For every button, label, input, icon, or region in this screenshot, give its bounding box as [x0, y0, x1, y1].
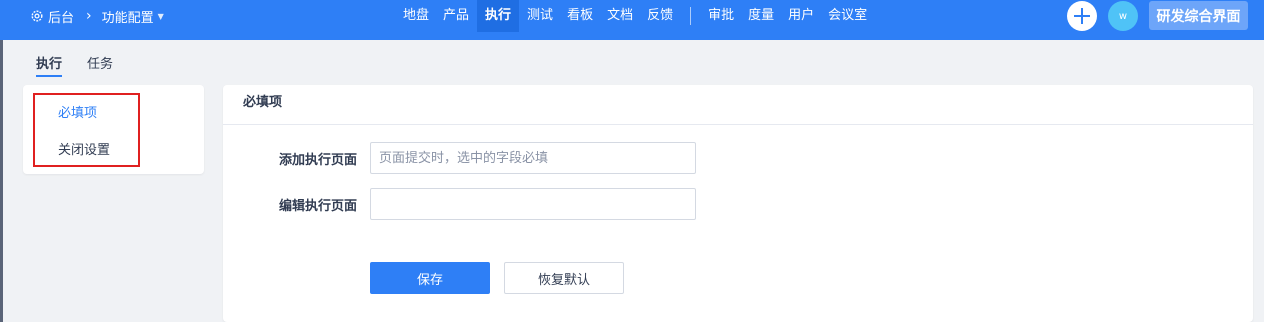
sub-tabs: 执行 任务 — [36, 53, 138, 77]
nav-item-meeting-room[interactable]: 会议室 — [822, 0, 873, 32]
chevron-right-icon: › — [86, 8, 92, 24]
sidebar-item-required[interactable]: 必填项 — [58, 102, 97, 121]
save-button[interactable]: 保存 — [370, 262, 490, 294]
breadcrumb-current[interactable]: 功能配置 — [102, 7, 154, 26]
field-label-add-execution: 添加执行页面 — [278, 153, 357, 168]
edit-execution-field-input[interactable] — [370, 188, 696, 220]
tab-task[interactable]: 任务 — [87, 53, 113, 77]
tab-execution[interactable]: 执行 — [36, 53, 63, 77]
reset-default-button[interactable]: 恢复默认 — [504, 262, 624, 294]
plus-icon[interactable] — [1067, 1, 1097, 31]
window-left-edge — [0, 0, 3, 322]
nav-item-metrics[interactable]: 度量 — [742, 0, 780, 32]
field-label-edit-execution: 编辑执行页面 — [278, 199, 357, 214]
nav-item-product[interactable]: 产品 — [437, 0, 475, 32]
nav-item-users[interactable]: 用户 — [782, 0, 820, 32]
sidebar-menu: 必填项 关闭设置 — [23, 85, 204, 174]
nav-item-approval[interactable]: 审批 — [702, 0, 740, 32]
panel-title: 必填项 — [223, 85, 1253, 125]
add-execution-field-input[interactable] — [370, 142, 696, 174]
nav-item-execution[interactable]: 执行 — [477, 0, 520, 32]
gear-icon — [31, 10, 43, 22]
interface-switch-button[interactable]: 研发综合界面 — [1149, 1, 1248, 30]
nav-item-test[interactable]: 测试 — [521, 0, 559, 32]
main-nav: 地盘 产品 执行 测试 看板 文档 反馈 审批 度量 用户 会议室 — [396, 0, 874, 32]
breadcrumb: 后台 › 功能配置 ▼ — [30, 0, 164, 32]
top-navbar: 后台 › 功能配置 ▼ 地盘 产品 执行 测试 看板 文档 反馈 审批 度量 用… — [0, 0, 1264, 40]
nav-item-kanban[interactable]: 看板 — [561, 0, 599, 32]
nav-item-doc[interactable]: 文档 — [601, 0, 639, 32]
nav-item-dashboard[interactable]: 地盘 — [397, 0, 435, 32]
avatar[interactable]: w — [1108, 1, 1138, 31]
nav-divider — [690, 7, 692, 25]
breadcrumb-root[interactable]: 后台 — [48, 7, 74, 26]
sidebar-item-close-settings[interactable]: 关闭设置 — [58, 139, 110, 158]
main-panel: 必填项 添加执行页面 编辑执行页面 保存 恢复默认 — [223, 85, 1253, 322]
nav-item-feedback[interactable]: 反馈 — [641, 0, 679, 32]
chevron-down-icon[interactable]: ▼ — [158, 12, 164, 21]
